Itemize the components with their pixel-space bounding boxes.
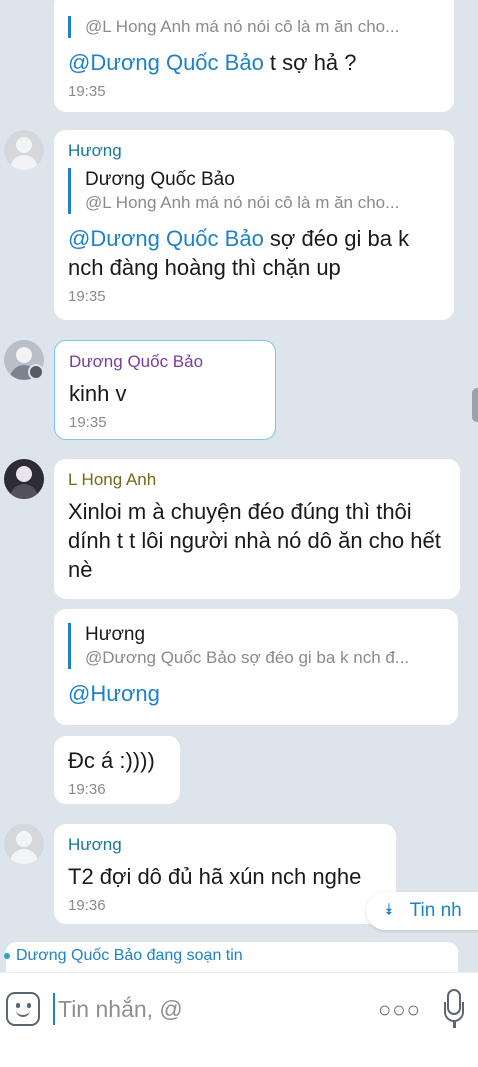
message-bubble[interactable]: Dương Quốc Bảo kinh v 19:35: [54, 340, 276, 440]
message-text: @Dương Quốc Bảo sợ đéo gi ba k nch đàng …: [68, 226, 410, 280]
message-bubble[interactable]: Hương T2 đợi dô đủ hã xún nch nghe 19:36: [54, 824, 396, 924]
new-messages-label: Tin nh: [409, 900, 462, 921]
quoted-sender-name: Hương: [85, 624, 146, 645]
message-input[interactable]: [58, 993, 358, 1025]
message-time: 19:35: [68, 288, 106, 305]
message-bubble[interactable]: Hương @Dương Quốc Bảo sợ đéo gi ba k nch…: [54, 609, 458, 725]
avatar[interactable]: [4, 130, 44, 170]
chat-message-list[interactable]: @L Hong Anh má nó nói cô là m ăn cho... …: [0, 0, 478, 972]
message-bubble[interactable]: Hương Dương Quốc Bảo @L Hong Anh má nó n…: [54, 130, 454, 320]
message-text: Đc á :)))): [68, 748, 155, 773]
new-messages-button[interactable]: ⯯ Tin nh: [366, 892, 478, 930]
message-text: @Hương: [68, 679, 444, 708]
message-time: 19:35: [68, 83, 106, 100]
message-text: kinh v: [69, 381, 127, 406]
mention-link[interactable]: @Dương Quốc Bảo: [68, 50, 264, 75]
message-text: T2 đợi dô đủ hã xún nch nghe: [68, 864, 362, 889]
quoted-message[interactable]: Dương Quốc Bảo @L Hong Anh má nó nói cô …: [68, 168, 440, 214]
emoji-sticker-icon[interactable]: [6, 992, 40, 1026]
more-options-icon[interactable]: ○○○: [378, 997, 421, 1023]
message-time: 19:36: [68, 781, 106, 798]
quoted-message-text: @L Hong Anh má nó nói cô là m ăn cho...: [85, 17, 400, 36]
message-text: Xinloi m à chuyện đéo đúng thì thôi dính…: [68, 499, 441, 582]
quoted-message[interactable]: Hương @Dương Quốc Bảo sợ đéo gi ba k nch…: [68, 623, 444, 669]
quoted-message-text: @Dương Quốc Bảo sợ đéo gi ba k nch đ...: [85, 648, 410, 667]
text-cursor: [53, 993, 55, 1025]
typing-dot-icon: [4, 952, 10, 959]
double-chevron-down-icon: ⯯: [384, 902, 394, 919]
sender-name[interactable]: L Hong Anh: [68, 469, 446, 491]
message-time: 19:35: [69, 414, 107, 431]
status-badge-icon: [28, 364, 44, 380]
message-bubble[interactable]: L Hong Anh Xinloi m à chuyện đéo đúng th…: [54, 459, 460, 599]
typing-indicator: Dương Quốc Bảo đang soạn tin: [4, 947, 243, 965]
message-time: 19:36: [68, 897, 106, 914]
message-text: @Dương Quốc Bảo t sợ hả ?: [68, 50, 357, 75]
mention-link[interactable]: @Hương: [68, 681, 160, 706]
sender-name[interactable]: Hương: [68, 140, 440, 162]
quoted-message[interactable]: @L Hong Anh má nó nói cô là m ăn cho...: [68, 16, 440, 38]
quoted-message-text: @L Hong Anh má nó nói cô là m ăn cho...: [85, 193, 400, 212]
avatar[interactable]: [4, 824, 44, 864]
sender-name[interactable]: Hương: [68, 834, 382, 856]
message-composer: ○○○: [0, 972, 478, 1067]
message-bubble[interactable]: Đc á :)))) 19:36: [54, 736, 180, 804]
message-bubble[interactable]: @L Hong Anh má nó nói cô là m ăn cho... …: [54, 0, 454, 112]
scrollbar-thumb[interactable]: [472, 388, 478, 422]
mention-link[interactable]: @Dương Quốc Bảo: [68, 226, 264, 251]
avatar[interactable]: [4, 459, 44, 499]
microphone-icon[interactable]: [444, 989, 464, 1029]
quoted-sender-name: Dương Quốc Bảo: [85, 169, 235, 190]
sender-name[interactable]: Dương Quốc Bảo: [69, 351, 261, 373]
